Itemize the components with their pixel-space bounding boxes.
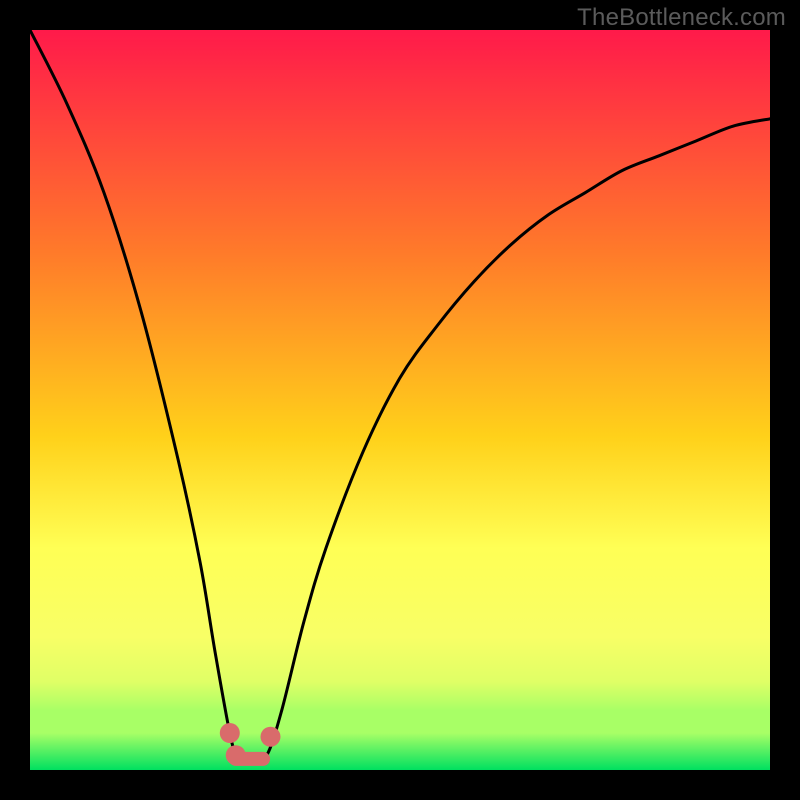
chart-frame: { "watermark": "TheBottleneck.com", "col… (0, 0, 800, 800)
gradient-background (30, 30, 770, 770)
weight-marker-left-lower (226, 745, 246, 765)
watermark-text: TheBottleneck.com (577, 4, 786, 32)
bottleneck-chart (30, 30, 770, 770)
weight-marker-right (261, 727, 281, 747)
weight-marker-left-upper (220, 723, 240, 743)
